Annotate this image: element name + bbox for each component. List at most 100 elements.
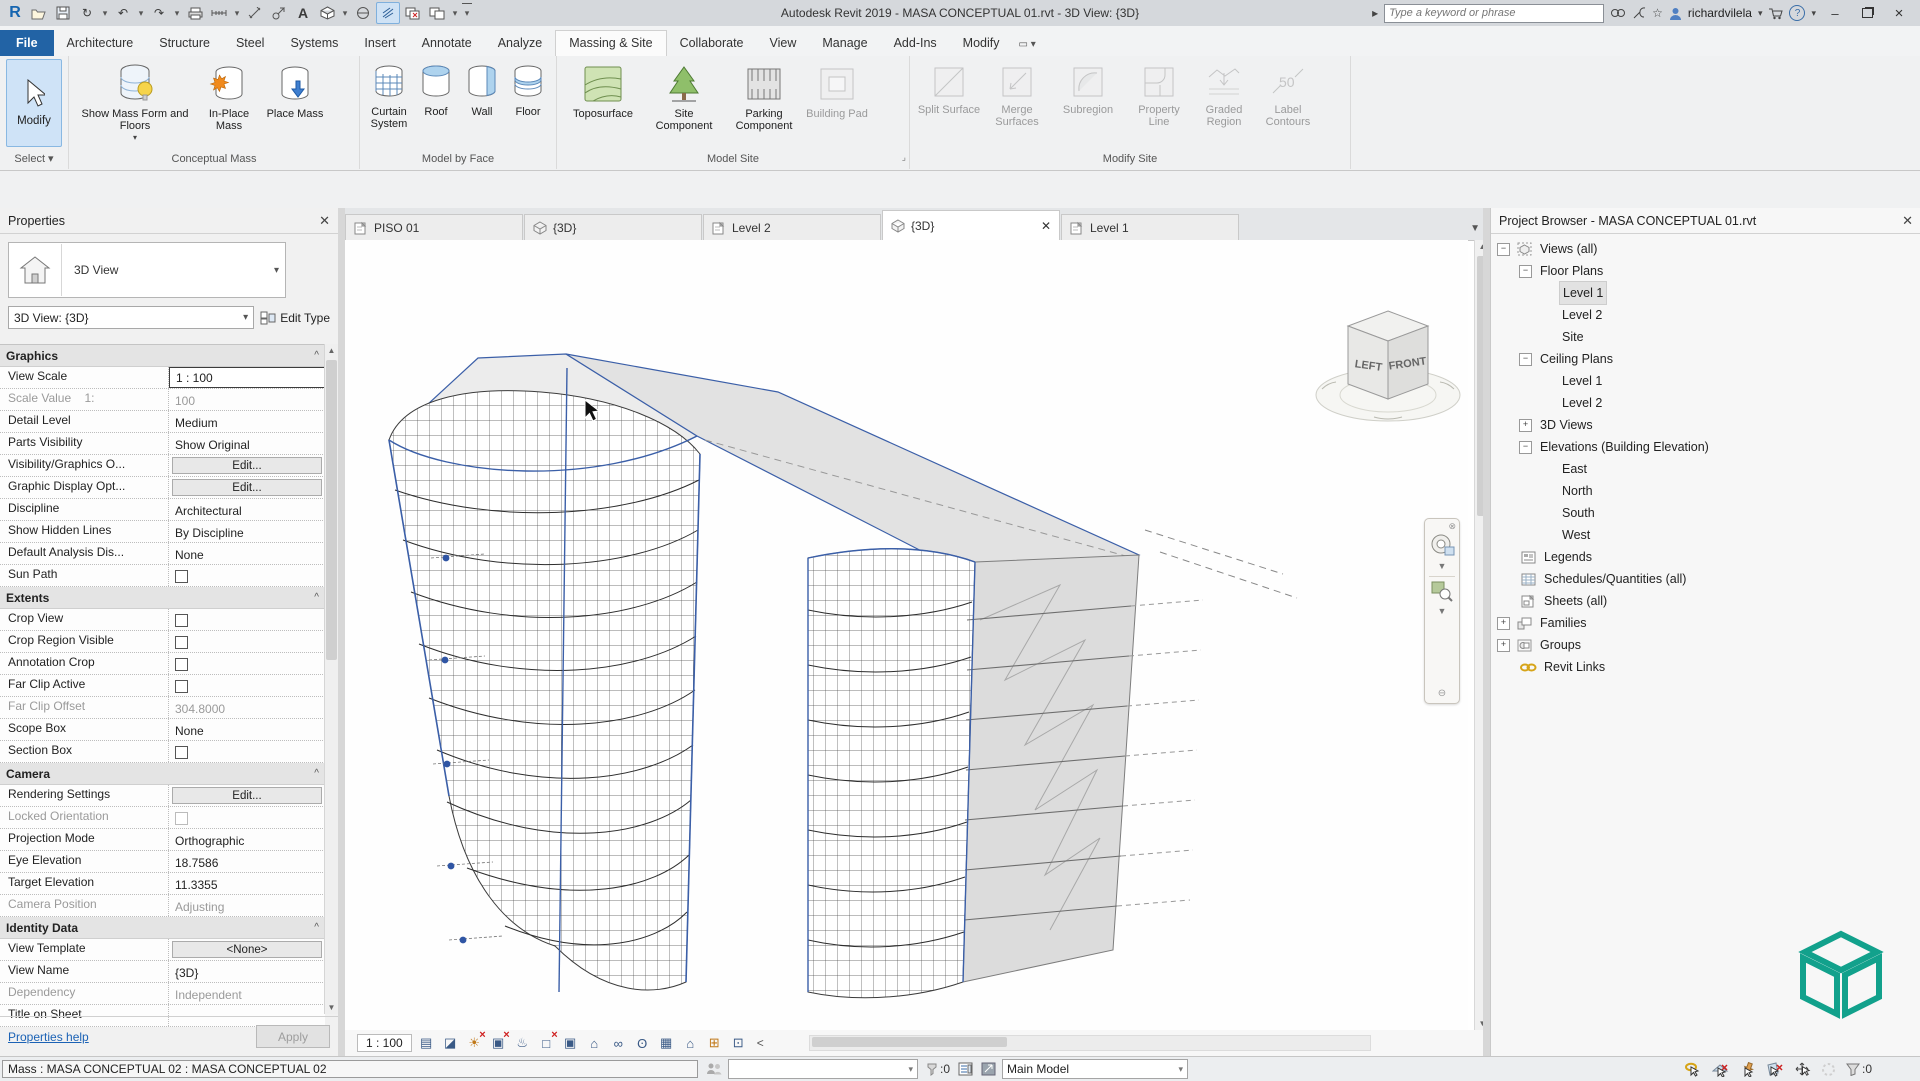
site-component-button[interactable]: Site Component [645, 59, 723, 134]
tab-massing-site[interactable]: Massing & Site [555, 30, 666, 56]
tree-item-floor-plans[interactable]: − Floor Plans [1519, 260, 1920, 282]
roof-button[interactable]: Roof [414, 59, 458, 120]
revit-logo-icon[interactable]: R [4, 3, 26, 23]
collapse-icon[interactable]: ^ [314, 768, 319, 779]
floor-button[interactable]: Floor [506, 59, 550, 120]
worksets-icon[interactable] [706, 1062, 722, 1076]
tree-item-site[interactable]: Site [1559, 326, 1920, 348]
tree-item-level1[interactable]: Level 1 [1559, 282, 1920, 304]
section-identity-data[interactable]: Identity Data^ [0, 917, 325, 939]
section-graphics[interactable]: Graphics^ [0, 345, 325, 367]
favorites-icon[interactable]: ☆ [1652, 6, 1663, 20]
tab-file[interactable]: File [0, 30, 54, 56]
tag-by-category-icon[interactable] [268, 3, 290, 23]
panel-conceptual-mass-label[interactable]: Conceptual Mass [69, 150, 359, 169]
3d-view-dropdown-icon[interactable]: ▾ [340, 3, 350, 23]
curtain-system-button[interactable]: Curtain System [366, 59, 412, 132]
show-hidden-lines-value[interactable]: By Discipline [169, 521, 325, 542]
communication-center-icon[interactable] [1632, 7, 1646, 20]
crop-region-visible-checkbox[interactable] [175, 636, 188, 649]
locked-3d-view-icon[interactable]: ⌂ [585, 1034, 604, 1052]
show-analytical-model-icon[interactable]: ⌂ [681, 1034, 700, 1052]
editable-only-icon[interactable] [958, 1062, 973, 1076]
tree-item-elevations[interactable]: − Elevations (Building Elevation) [1519, 436, 1920, 458]
view-tab-level1[interactable]: Level 1 [1061, 214, 1239, 240]
default-analysis-value[interactable]: None [169, 543, 325, 564]
collapse-icon[interactable]: ^ [314, 922, 319, 933]
help-icon[interactable]: ? [1789, 5, 1805, 21]
panel-splitter[interactable] [1483, 208, 1490, 1056]
tab-addins[interactable]: Add-Ins [881, 31, 950, 56]
select-links-icon[interactable] [1684, 1062, 1702, 1077]
tree-item-ceiling-plans[interactable]: − Ceiling Plans [1519, 348, 1920, 370]
place-mass-button[interactable]: Place Mass [263, 59, 327, 122]
edit-type-button[interactable]: Edit Type [260, 311, 330, 325]
measure-dropdown-icon[interactable]: ▾ [232, 3, 242, 23]
tree-item-north[interactable]: North [1559, 480, 1920, 502]
ribbon-display-toggle-icon[interactable]: ▭ ▾ [1013, 34, 1042, 56]
temporary-view-properties-icon[interactable]: ▦ [657, 1034, 676, 1052]
temporary-hide-isolate-icon[interactable]: ∞ [609, 1034, 628, 1052]
tree-item-groups[interactable]: + Groups [1497, 634, 1920, 656]
tab-insert[interactable]: Insert [351, 31, 408, 56]
close-view-tab-icon[interactable]: ✕ [1041, 219, 1051, 233]
visibility-graphics-edit-button[interactable]: Edit... [172, 457, 322, 474]
scroll-up-icon[interactable]: ▲ [325, 344, 338, 357]
open-file-icon[interactable] [28, 3, 50, 23]
sync-with-central-icon[interactable]: ↻ [76, 3, 98, 23]
crop-view-off-icon[interactable]: □ [537, 1034, 556, 1052]
tree-expander[interactable]: − [1497, 243, 1510, 256]
redo-icon[interactable]: ↷ [148, 3, 170, 23]
zoom-dropdown-icon[interactable]: ▼ [1438, 606, 1447, 616]
view-tab-piso01[interactable]: PISO 01 [345, 214, 523, 240]
navigation-bar[interactable]: ⊗ ▼ ▼ ⊖ [1424, 518, 1460, 704]
parking-component-button[interactable]: Parking Component [725, 59, 803, 134]
tree-expander[interactable]: + [1497, 617, 1510, 630]
help-dropdown-icon[interactable]: ▾ [1811, 8, 1816, 19]
show-crop-region-icon[interactable]: ▣ [561, 1034, 580, 1052]
username[interactable]: richardvilela [1688, 6, 1752, 20]
in-place-mass-button[interactable]: In-Place Mass [197, 59, 261, 134]
tree-item-3d-views[interactable]: + 3D Views [1519, 414, 1920, 436]
panel-model-by-face-label[interactable]: Model by Face [360, 150, 556, 169]
show-mass-dropdown-icon[interactable]: ▾ [133, 132, 137, 144]
toposurface-button[interactable]: Toposurface [563, 59, 643, 122]
tab-analyze[interactable]: Analyze [485, 31, 555, 56]
user-dropdown-icon[interactable]: ▾ [1758, 8, 1763, 19]
horizontal-scrollbar[interactable] [809, 1035, 1371, 1051]
reveal-hidden-elements-icon[interactable]: ʘ [633, 1034, 652, 1052]
select-pinned-elements-icon[interactable] [1740, 1062, 1756, 1077]
wall-button[interactable]: Wall [460, 59, 504, 120]
tab-structure[interactable]: Structure [146, 31, 223, 56]
tab-systems[interactable]: Systems [277, 31, 351, 56]
visual-style-icon[interactable]: ◪ [441, 1034, 460, 1052]
sun-path-checkbox[interactable] [175, 570, 188, 583]
minimize-button[interactable]: – [1822, 6, 1848, 21]
section-icon[interactable] [352, 3, 374, 23]
editing-requests-icon[interactable]: :0 [926, 1062, 950, 1076]
measure-icon[interactable] [208, 3, 230, 23]
close-inactive-windows-icon[interactable] [402, 3, 424, 23]
panel-model-site-label[interactable]: Model Site⌟ [557, 150, 909, 169]
tree-item-south[interactable]: South [1559, 502, 1920, 524]
tab-steel[interactable]: Steel [223, 31, 278, 56]
tree-expander[interactable]: − [1519, 353, 1532, 366]
tab-architecture[interactable]: Architecture [54, 31, 147, 56]
thin-lines-icon[interactable] [376, 2, 400, 24]
tree-item-schedules[interactable]: Schedules/Quantities (all) [1519, 568, 1920, 590]
panel-modify-site-label[interactable]: Modify Site [910, 150, 1350, 169]
select-elements-by-face-off-icon[interactable] [1766, 1062, 1784, 1077]
search-icon[interactable] [1610, 7, 1626, 20]
rendering-settings-edit-button[interactable]: Edit... [172, 787, 322, 804]
graphic-display-edit-button[interactable]: Edit... [172, 479, 322, 496]
scope-box-value[interactable]: None [169, 719, 325, 740]
customize-qat-icon[interactable]: ▾ [462, 3, 472, 24]
detail-level-value[interactable]: Medium [169, 411, 325, 432]
switch-windows-dropdown-icon[interactable]: ▾ [450, 3, 460, 23]
search-input[interactable] [1384, 4, 1604, 23]
tab-view[interactable]: View [757, 31, 810, 56]
tree-item-east[interactable]: East [1559, 458, 1920, 480]
reveal-constraints-icon[interactable]: ⊡ [729, 1034, 748, 1052]
tree-item-level2[interactable]: Level 2 [1559, 304, 1920, 326]
restore-button[interactable] [1854, 6, 1880, 21]
